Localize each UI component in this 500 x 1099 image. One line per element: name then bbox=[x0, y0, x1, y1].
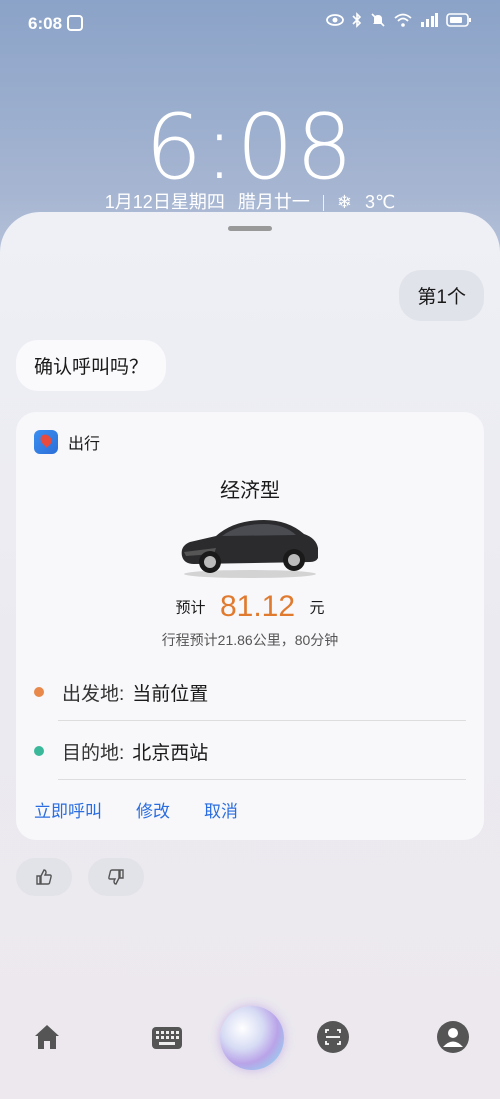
lockscreen-date: 1月12日星期四 腊月廿一 ❄ 3℃ bbox=[0, 188, 500, 214]
lunar-date: 腊月廿一 bbox=[237, 192, 310, 212]
destination-row[interactable]: 目的地: 北京西站 bbox=[34, 723, 466, 779]
price-unit: 元 bbox=[309, 599, 325, 617]
thumbs-up-icon bbox=[36, 869, 52, 885]
card-actions: 立即呼叫 修改 取消 bbox=[34, 797, 238, 822]
profile-icon[interactable] bbox=[436, 1020, 470, 1054]
ride-card: 出行 经济型 预计 81.12 元 行程预计21.86公里，80分钟 出发地: … bbox=[16, 412, 484, 840]
user-message-bubble: 第1个 bbox=[399, 270, 484, 321]
divider bbox=[58, 720, 466, 721]
home-icon[interactable] bbox=[32, 1022, 62, 1052]
eye-icon bbox=[326, 14, 344, 26]
status-time: 6:08 bbox=[28, 14, 63, 33]
notification-icon bbox=[67, 15, 83, 31]
thumbs-down-icon bbox=[108, 869, 124, 885]
signal-icon bbox=[421, 13, 438, 27]
price-row: 预计 81.12 元 bbox=[16, 590, 484, 624]
status-bar: 6:08 bbox=[0, 0, 500, 48]
lockscreen-clock: 6:08 bbox=[144, 95, 356, 200]
call-now-button[interactable]: 立即呼叫 bbox=[34, 797, 102, 822]
price-value: 81.12 bbox=[219, 590, 296, 623]
date-divider bbox=[322, 195, 324, 212]
modify-button[interactable]: 修改 bbox=[136, 797, 170, 822]
car-image bbox=[181, 520, 318, 578]
snow-icon: ❄ bbox=[336, 192, 352, 212]
destination-dot bbox=[34, 746, 44, 756]
destination-label: 目的地: bbox=[62, 742, 125, 764]
assistant-panel: 第1个 确认呼叫吗？ 出行 经济型 预计 81.12 元 行程预计21.86公里… bbox=[0, 212, 500, 1099]
drag-handle[interactable] bbox=[228, 226, 272, 231]
origin-value: 当前位置 bbox=[132, 683, 209, 705]
origin-label: 出发地: bbox=[62, 683, 125, 705]
keyboard-icon[interactable] bbox=[151, 1026, 183, 1050]
bluetooth-icon bbox=[352, 12, 362, 28]
scan-icon[interactable] bbox=[316, 1020, 350, 1054]
divider bbox=[58, 779, 466, 780]
cancel-button[interactable]: 取消 bbox=[204, 797, 238, 822]
origin-row[interactable]: 出发地: 当前位置 bbox=[34, 664, 466, 720]
voice-orb[interactable] bbox=[220, 1006, 284, 1070]
card-header: 出行 bbox=[34, 430, 100, 454]
origin-dot bbox=[34, 687, 44, 697]
destination-value: 北京西站 bbox=[132, 742, 209, 764]
app-name: 出行 bbox=[68, 436, 101, 453]
battery-icon bbox=[446, 13, 471, 27]
bottom-nav bbox=[0, 1002, 500, 1072]
car-type: 经济型 bbox=[220, 480, 280, 502]
date-text: 1月12日星期四 bbox=[104, 192, 225, 212]
wifi-icon bbox=[394, 13, 412, 27]
mute-icon bbox=[371, 13, 385, 27]
price-label: 预计 bbox=[175, 599, 206, 617]
ride-app-icon bbox=[34, 430, 58, 454]
assistant-message-bubble: 确认呼叫吗？ bbox=[16, 340, 167, 391]
trip-info: 行程预计21.86公里，80分钟 bbox=[161, 632, 339, 648]
status-icons bbox=[326, 12, 472, 28]
temperature: 3℃ bbox=[364, 192, 396, 212]
thumbs-up-button[interactable] bbox=[16, 858, 72, 896]
thumbs-down-button[interactable] bbox=[88, 858, 144, 896]
